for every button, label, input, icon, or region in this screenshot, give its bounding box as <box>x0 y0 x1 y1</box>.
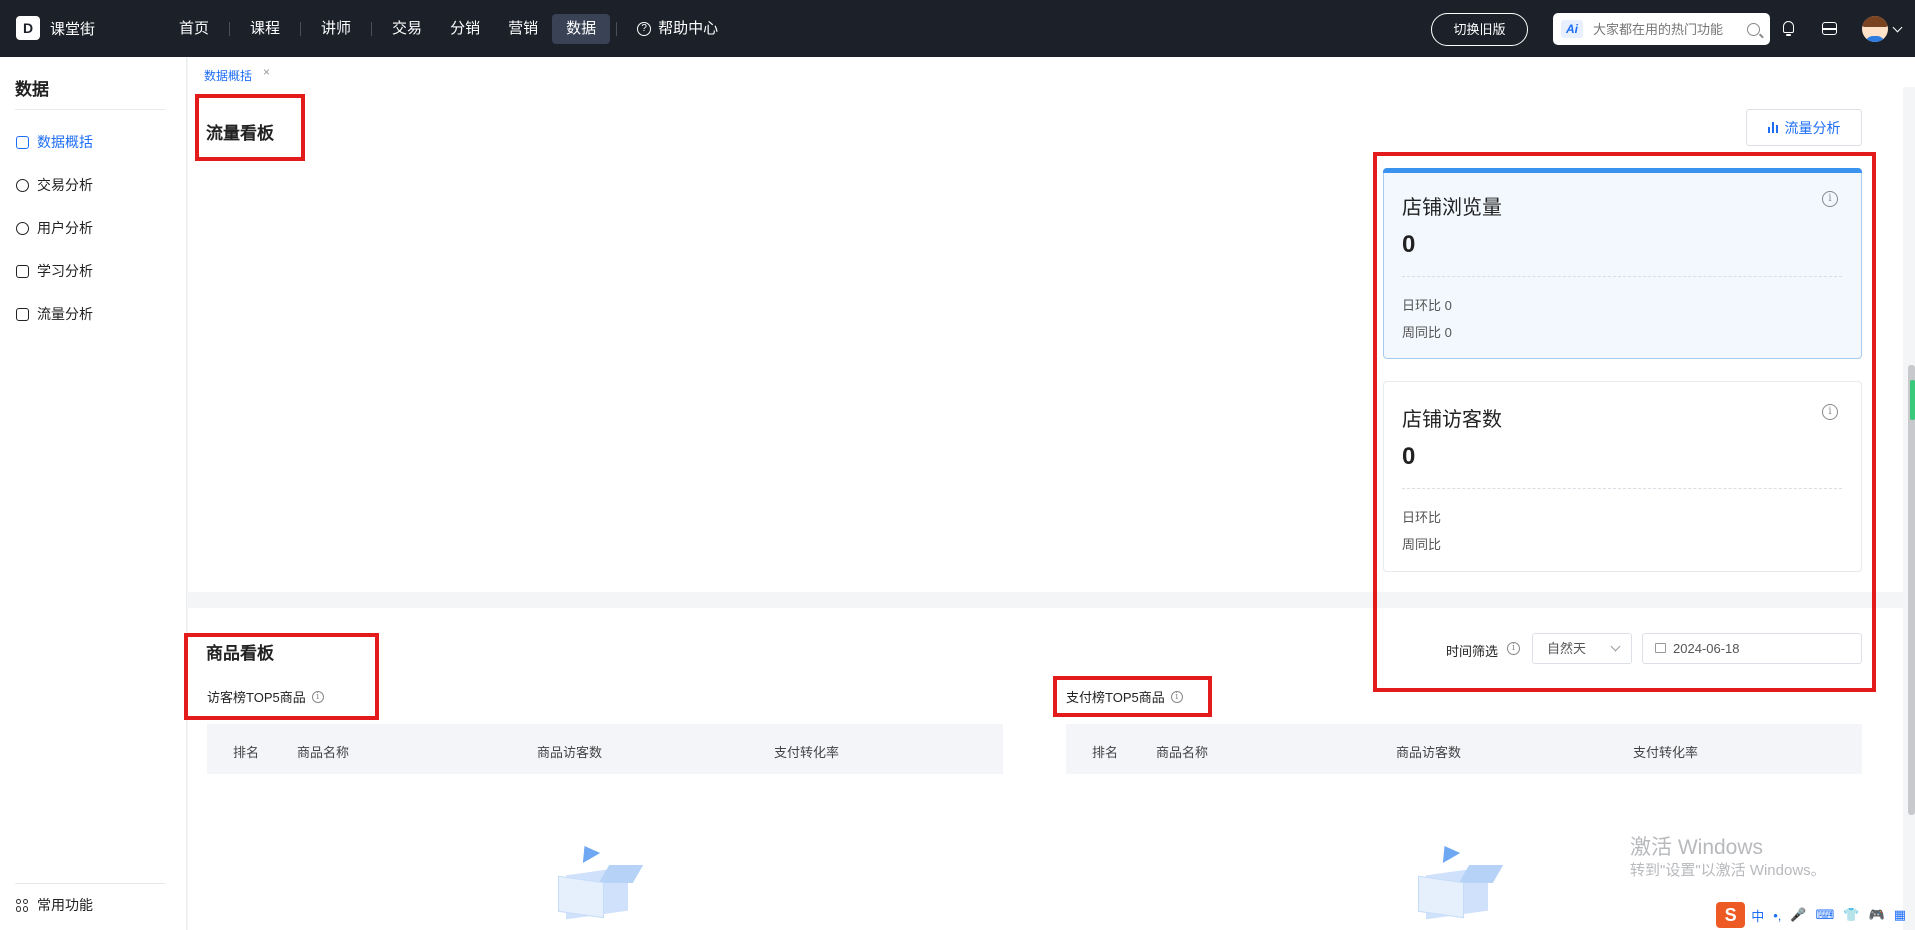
ime-toolbar: S 中 •, 🎤 ⌨ 👕 🎮 ▦ <box>1716 900 1915 930</box>
sidebar-item-traffic-analysis[interactable]: 流量分析 <box>16 303 93 325</box>
common-functions-label: 常用功能 <box>37 897 93 913</box>
ime-chinese-mode[interactable]: 中 <box>1751 906 1764 925</box>
sidebar-item-learning-analysis[interactable]: 学习分析 <box>16 260 93 282</box>
common-functions-button[interactable]: 常用功能 <box>16 895 93 915</box>
search-box[interactable]: Ai <box>1553 13 1770 45</box>
gamepad-icon[interactable]: 🎮 <box>1869 907 1885 923</box>
dashboard-icon <box>16 135 29 149</box>
question-circle-icon: ? <box>637 22 652 36</box>
highlight-box-goods-title <box>184 633 379 720</box>
windows-activation-watermark: 激活 Windows <box>1630 836 1764 859</box>
sidebar-item-trade-analysis[interactable]: 交易分析 <box>16 174 93 196</box>
main-nav: 首页 课程 讲师 交易 分销 营销 数据 ? 帮助中心 <box>165 14 732 44</box>
user-icon <box>16 221 29 235</box>
nav-item-courses[interactable]: 课程 <box>236 14 294 44</box>
traffic-analysis-button[interactable]: 流量分析 <box>1746 109 1862 146</box>
bell-icon[interactable] <box>1780 20 1797 37</box>
windows-activation-hint: 转到"设置"以激活 Windows。 <box>1630 862 1826 879</box>
top-navigation-bar: D 课堂街 首页 课程 讲师 交易 分销 营销 数据 ? 帮助中心 切换旧版 A… <box>0 0 1915 57</box>
sidebar-item-label: 流量分析 <box>37 306 93 322</box>
graduation-cap-icon <box>16 264 29 278</box>
brand-logo-icon: D <box>16 16 40 40</box>
nav-divider <box>616 22 618 36</box>
sidebar-item-label: 数据概括 <box>37 134 93 150</box>
highlight-box-traffic-cards <box>1373 152 1876 692</box>
nav-item-data[interactable]: 数据 <box>552 14 611 44</box>
column-header: 支付转化率 <box>1633 745 1699 760</box>
sidebar-item-label: 用户分析 <box>37 220 93 236</box>
nav-item-help-center[interactable]: ? 帮助中心 <box>623 14 732 44</box>
close-icon[interactable]: × <box>263 65 270 79</box>
grid-icon[interactable]: ▦ <box>1894 907 1906 923</box>
sogou-logo-icon[interactable]: S <box>1716 902 1746 928</box>
help-center-label: 帮助中心 <box>658 20 719 37</box>
nav-item-marketing[interactable]: 营销 <box>494 14 552 44</box>
nav-item-teachers[interactable]: 讲师 <box>307 14 365 44</box>
column-header: 商品名称 <box>1156 745 1209 760</box>
highlight-box-traffic-title <box>195 94 305 161</box>
bar-chart-icon <box>1767 122 1780 133</box>
avatar[interactable] <box>1862 16 1888 42</box>
column-header: 支付转化率 <box>774 745 840 760</box>
ime-punctuation-icon[interactable]: •, <box>1773 908 1781 923</box>
nav-item-distribution[interactable]: 分销 <box>436 14 494 44</box>
scrollbar-thumb[interactable] <box>1908 365 1915 815</box>
breadcrumb-tab-data-overview[interactable]: 数据概括 <box>204 67 252 84</box>
nav-divider <box>371 22 373 36</box>
nav-item-trade[interactable]: 交易 <box>378 14 436 44</box>
microphone-icon[interactable]: 🎤 <box>1790 907 1806 923</box>
sidebar-divider <box>15 883 165 884</box>
sidebar-divider <box>15 109 165 110</box>
nav-divider <box>229 22 231 36</box>
nav-divider <box>300 22 302 36</box>
sidebar-item-user-analysis[interactable]: 用户分析 <box>16 217 93 239</box>
trade-icon <box>16 178 29 192</box>
column-header: 商品访客数 <box>1396 745 1462 760</box>
keyboard-icon[interactable]: ⌨ <box>1816 907 1835 923</box>
payment-top5-table-header: 排名 商品名称 商品访客数 支付转化率 <box>1066 724 1862 774</box>
switch-old-version-button[interactable]: 切换旧版 <box>1431 13 1528 46</box>
column-header: 排名 <box>1092 745 1119 760</box>
grid-icon <box>16 898 29 912</box>
column-header: 排名 <box>233 745 260 760</box>
empty-state-box-icon <box>1412 840 1504 920</box>
nav-item-home[interactable]: 首页 <box>165 14 223 44</box>
inbox-icon[interactable] <box>1821 20 1838 37</box>
column-header: 商品访客数 <box>537 745 603 760</box>
chevron-down-icon[interactable] <box>1892 22 1903 33</box>
scroll-indicator <box>1910 380 1915 420</box>
traffic-analysis-label: 流量分析 <box>1784 119 1841 136</box>
breadcrumb: 数据概括 × <box>188 57 1915 87</box>
sidebar-item-label: 交易分析 <box>37 177 93 193</box>
ai-icon: Ai <box>1561 20 1583 38</box>
search-icon[interactable] <box>1747 22 1760 36</box>
sidebar-title: 数据 <box>15 80 49 99</box>
sidebar: 数据 数据概括 交易分析 用户分析 学习分析 流量分析 常用功能 <box>0 57 187 930</box>
empty-state-box-icon <box>552 840 644 920</box>
sidebar-item-label: 学习分析 <box>37 263 93 279</box>
search-input[interactable] <box>1593 21 1743 37</box>
visitor-top5-table-header: 排名 商品名称 商品访客数 支付转化率 <box>207 724 1003 774</box>
traffic-icon <box>16 307 29 321</box>
brand-name: 课堂街 <box>50 20 96 38</box>
sidebar-item-data-overview[interactable]: 数据概括 <box>16 131 93 153</box>
highlight-box-payment-top5 <box>1053 676 1212 717</box>
skin-icon[interactable]: 👕 <box>1843 907 1859 923</box>
column-header: 商品名称 <box>297 745 350 760</box>
brand[interactable]: D 课堂街 <box>16 16 95 40</box>
